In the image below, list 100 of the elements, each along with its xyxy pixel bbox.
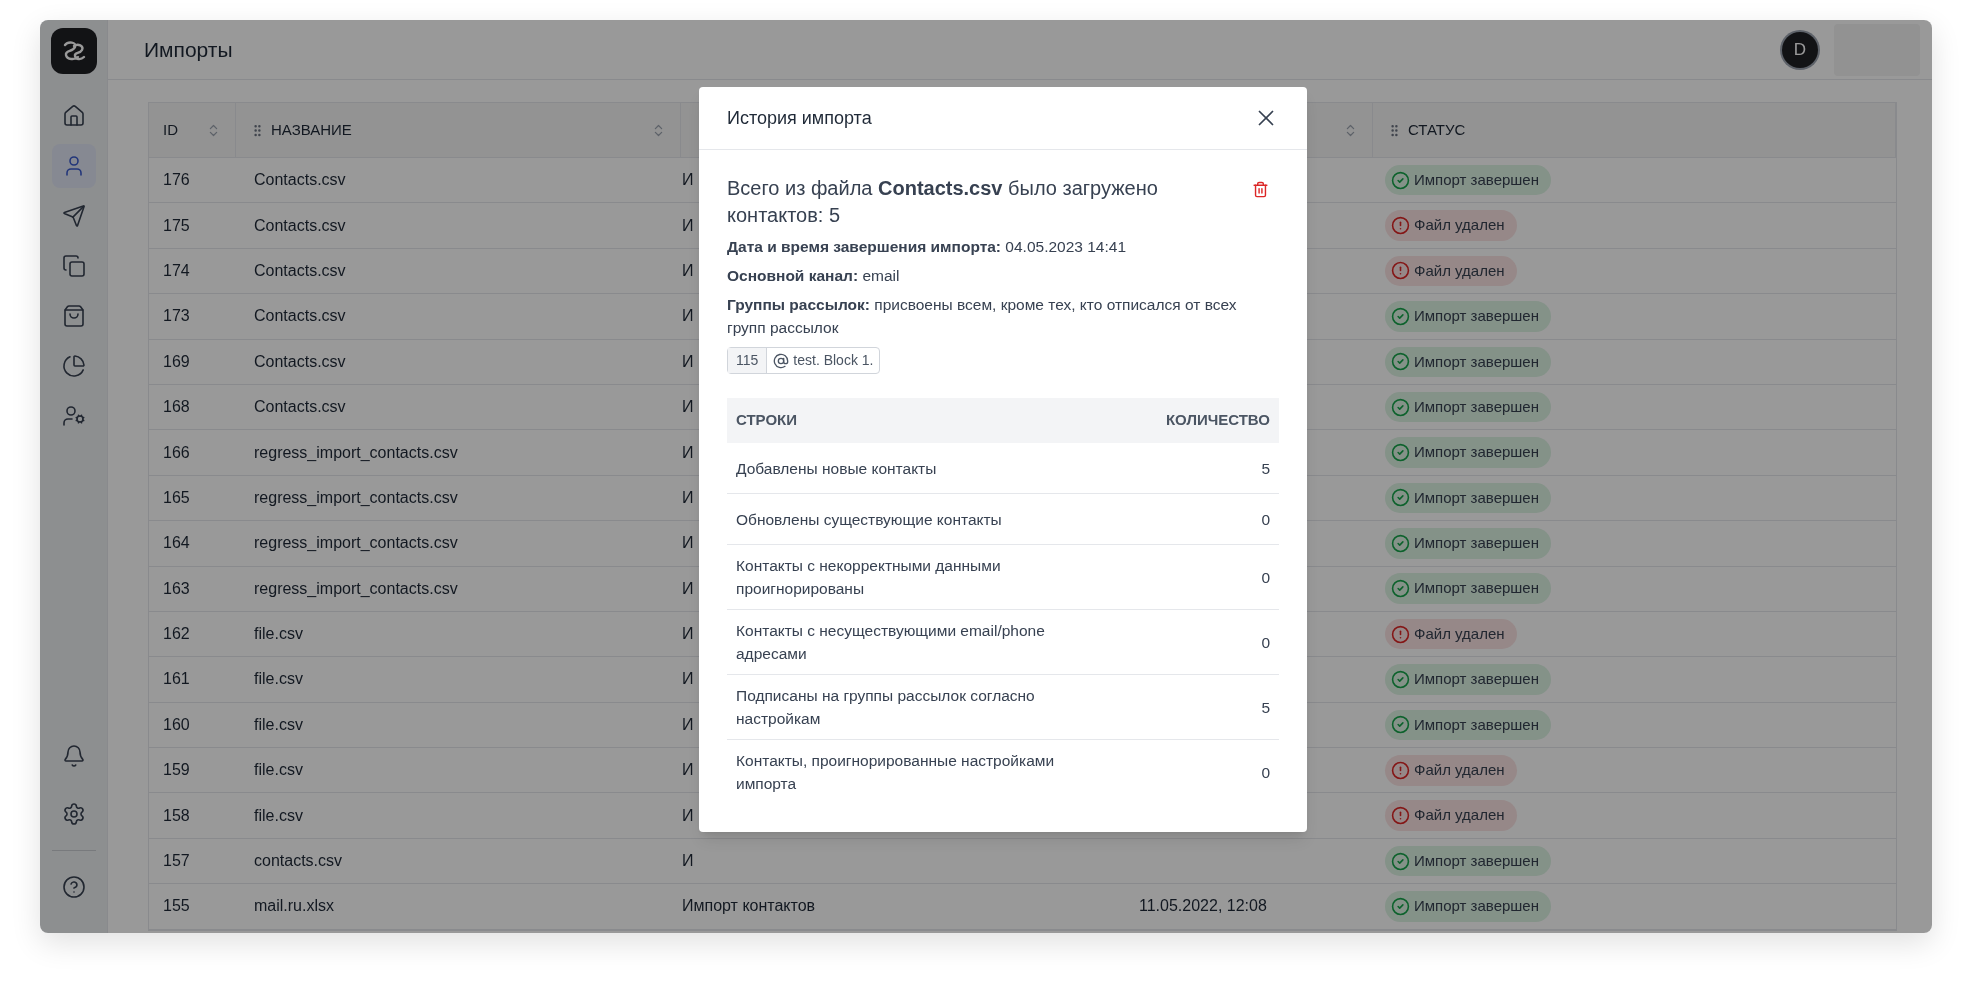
dialog-title: История импорта [727, 106, 872, 130]
table-cell-text: 173 [162, 306, 191, 327]
detail-text: Основной канал: email [727, 266, 901, 286]
check-circle-icon [1391, 306, 1410, 326]
table-cell-text: 0 [1261, 762, 1270, 783]
trash-icon [1252, 181, 1269, 198]
status-badge: Импорт завершен [1385, 528, 1551, 559]
status-badge: Импорт завершен [1385, 709, 1551, 741]
table-cell-text: 165 [162, 487, 191, 508]
table-cell-text: 0 [1261, 567, 1270, 588]
table-cell-text: Contacts.csv [253, 215, 347, 236]
check-circle-icon [1391, 896, 1410, 916]
app-logo[interactable] [50, 28, 97, 74]
table-cell-text: regress_import_contacts.csv [253, 578, 459, 599]
alert-circle-icon [1391, 216, 1410, 236]
status-badge: Импорт завершен [1385, 573, 1551, 604]
table-cell-text: 0 [1261, 632, 1270, 653]
table-cell-text: regress_import_contacts.csv [253, 442, 459, 463]
table-cell-text: Контакты с некорректными данными проигнорированы [736, 556, 1002, 599]
table-cell-text: 160 [162, 714, 191, 735]
status-badge: Файл удален [1385, 800, 1517, 831]
user-avatar[interactable]: D [1782, 31, 1818, 68]
check-circle-icon [1391, 715, 1410, 735]
table-cell-text: 161 [162, 669, 191, 690]
table-cell-text: 0 [1261, 509, 1270, 530]
column-header: КОЛИЧЕСТВО [1165, 410, 1270, 431]
status-badge: Импорт завершен [1385, 482, 1551, 514]
table-cell-text: 5 [1261, 458, 1270, 479]
status-badge: Импорт завершен [1385, 845, 1551, 877]
at-sign-icon [773, 352, 790, 369]
status-badge: Импорт завершен [1385, 437, 1551, 468]
check-circle-icon [1391, 170, 1410, 190]
status-badge: Файл удален [1385, 210, 1517, 241]
settings-icon [61, 802, 86, 826]
table-cell-text: Контакты с несуществующими email/phone адресами [736, 621, 1046, 664]
home-icon [61, 104, 86, 128]
table-cell-text: И [682, 170, 694, 191]
table-cell-text: 11.05.2022, 12:08 [1139, 896, 1267, 917]
group-count: 115 [728, 348, 768, 373]
table-cell-text: regress_import_contacts.csv [253, 487, 459, 508]
table-cell-text: Контакты, проигнорированные настройками импорта [736, 751, 1056, 794]
table-cell-text: И [682, 306, 694, 327]
table-cell-text: 159 [162, 760, 191, 781]
table-cell-text: И [682, 351, 694, 372]
status-badge: Импорт завершен [1385, 891, 1551, 922]
table-cell-text: 175 [162, 215, 191, 236]
table-cell-text: И [682, 851, 694, 872]
copy-icon [61, 254, 86, 278]
alert-circle-icon [1391, 806, 1410, 826]
table-cell-text: И [682, 215, 694, 236]
table-cell-text: Contacts.csv [253, 306, 347, 327]
status-badge: Файл удален [1385, 618, 1517, 650]
help-icon [61, 875, 86, 899]
check-circle-icon [1391, 533, 1410, 553]
sidebar-item[interactable] [51, 144, 96, 188]
table-cell-text: file.csv [253, 669, 304, 690]
group-name: test. Block 1. [793, 351, 874, 370]
table-cell-text: Contacts.csv [253, 170, 347, 191]
table-cell-text: regress_import_contacts.csv [253, 533, 459, 554]
table-cell-text: Импорт контактов [682, 896, 816, 917]
column-header: СТРОКИ [736, 410, 798, 431]
table-cell-text: file.csv [253, 805, 304, 826]
delete-button[interactable] [1252, 181, 1269, 198]
table-cell-text: 164 [162, 533, 191, 554]
status-badge: Импорт завершен [1385, 664, 1551, 695]
check-circle-icon [1391, 851, 1410, 871]
table-cell-text: И [682, 578, 694, 599]
alert-circle-icon [1391, 261, 1410, 281]
table-cell-text: Обновлены существующие контакты [736, 509, 1003, 530]
detail-text: Дата и время завершения импорта: 04.05.2023 14:41 [727, 237, 1127, 257]
status-badge: Файл удален [1385, 255, 1517, 287]
status-badge: Импорт завершен [1385, 391, 1551, 423]
status-badge: Файл удален [1385, 755, 1517, 786]
table-cell-text: Contacts.csv [253, 397, 347, 418]
check-circle-icon [1391, 352, 1410, 372]
table-cell-text: И [682, 624, 694, 645]
table-cell-text: 158 [162, 805, 191, 826]
check-circle-icon [1391, 579, 1410, 599]
table-cell-text: И [682, 397, 694, 418]
table-cell-text: file.csv [253, 760, 304, 781]
table-cell-text: file.csv [253, 624, 304, 645]
alert-circle-icon [1391, 760, 1410, 780]
table-cell-text: Contacts.csv [253, 260, 347, 281]
page-title: Импорты [144, 36, 233, 63]
table-cell-text: file.csv [253, 714, 304, 735]
user-settings-icon [61, 404, 86, 428]
table-cell-text: И [682, 805, 694, 826]
column-header[interactable]: ID [149, 103, 236, 157]
column-header[interactable]: НАЗВАНИЕ [236, 103, 681, 157]
table-cell-text: 168 [162, 397, 191, 418]
table-cell-text: 169 [162, 351, 191, 372]
table-cell-text: И [682, 760, 694, 781]
check-circle-icon [1391, 397, 1410, 417]
table-cell-text: 174 [162, 260, 191, 281]
table-cell-text: И [682, 260, 694, 281]
status-badge: Импорт завершен [1385, 164, 1551, 196]
column-header[interactable]: СТАТУС [1373, 103, 1896, 157]
table-cell-text: Подписаны на группы рассылок согласно настройкам [736, 686, 1036, 729]
table-cell-text: И [682, 714, 694, 735]
table-cell-text: 176 [162, 170, 191, 191]
